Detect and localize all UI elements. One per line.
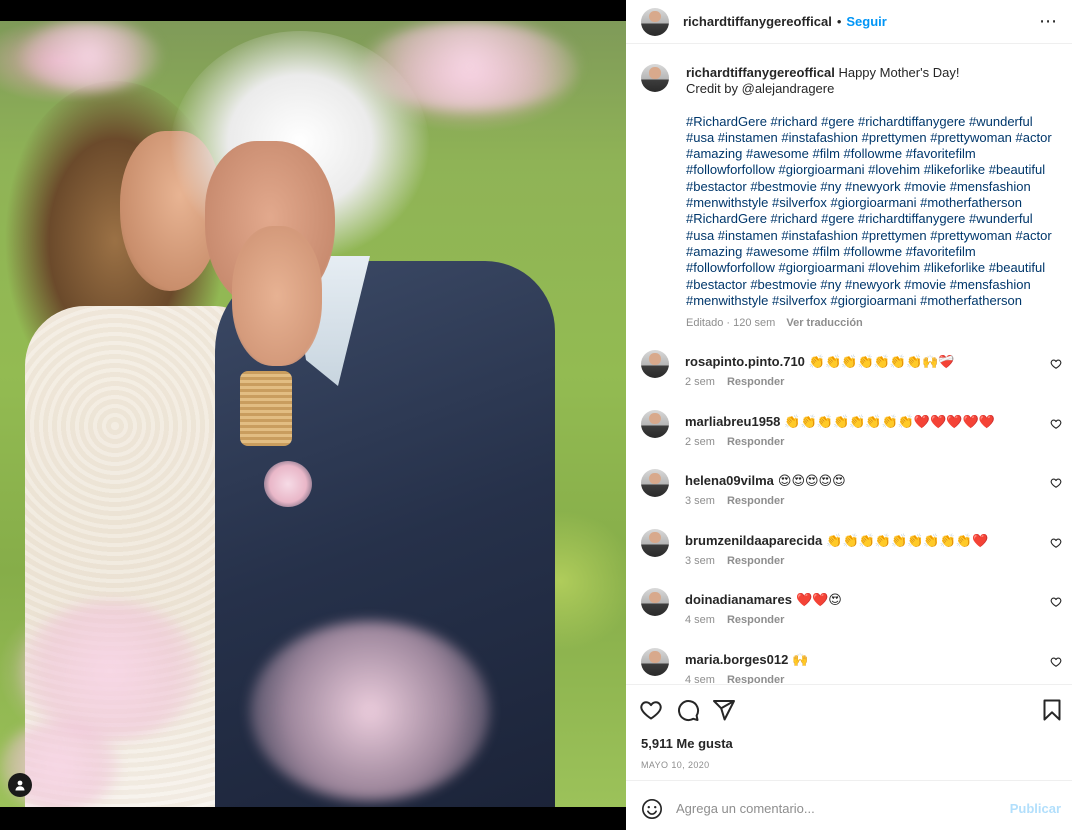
comment-bubble-icon[interactable] bbox=[676, 698, 700, 722]
save-bookmark-icon[interactable] bbox=[1040, 698, 1064, 722]
follow-button[interactable]: Seguir bbox=[846, 14, 886, 29]
post-sidebar: richardtiffanygereoffical • Seguir ⋯ ric… bbox=[626, 0, 1072, 830]
comment-time[interactable]: 3 sem bbox=[685, 555, 715, 567]
comment-like-heart-icon[interactable] bbox=[1050, 418, 1062, 430]
avatar[interactable] bbox=[641, 648, 669, 676]
comment-time[interactable]: 4 sem bbox=[685, 614, 715, 626]
comment-row: rosapinto.pinto.710 👏👏👏👏👏👏👏🙌❤️‍🩹 2 sem Resp… bbox=[626, 348, 1072, 406]
avatar[interactable] bbox=[641, 350, 669, 378]
comment-row: doinadianamares ❤️❤️😍 4 sem Responder bbox=[626, 586, 1072, 644]
post-actions: 5,911 Me gusta MAYO 10, 2020 bbox=[626, 684, 1072, 780]
comment-meta: 4 sem Responder bbox=[685, 674, 784, 684]
comment-like-heart-icon[interactable] bbox=[1050, 358, 1062, 370]
comment-content: 😍😍😍😍😍 bbox=[777, 473, 846, 489]
comment-time[interactable]: 4 sem bbox=[685, 674, 715, 684]
caption-text: Happy Mother's Day! bbox=[838, 65, 960, 80]
comment-username[interactable]: helena09vilma bbox=[685, 473, 774, 488]
comment-meta: 2 sem Responder bbox=[685, 376, 784, 388]
comment-like-heart-icon[interactable] bbox=[1050, 596, 1062, 608]
comment-content: 👏👏👏👏👏👏👏👏❤️❤️❤️❤️❤️ bbox=[784, 413, 995, 429]
post-username[interactable]: richardtiffanygereoffical bbox=[683, 14, 832, 29]
comment-like-heart-icon[interactable] bbox=[1050, 656, 1062, 668]
comment-text: brumzenildaaparecida 👏👏👏👏👏👏👏👏👏❤️ bbox=[685, 533, 988, 549]
comment-text: marliabreu1958 👏👏👏👏👏👏👏👏❤️❤️❤️❤️❤️ bbox=[685, 414, 995, 430]
comment-content: ❤️❤️😍 bbox=[795, 592, 842, 608]
comment-text: rosapinto.pinto.710 👏👏👏👏👏👏👏🙌❤️‍🩹 bbox=[685, 354, 955, 370]
comment-meta: 3 sem Responder bbox=[685, 555, 784, 567]
publish-button[interactable]: Publicar bbox=[1010, 801, 1061, 816]
comment-username[interactable]: rosapinto.pinto.710 bbox=[685, 354, 805, 369]
share-paper-plane-icon[interactable] bbox=[712, 698, 736, 722]
reply-button[interactable]: Responder bbox=[727, 614, 784, 626]
photo-region-blossom-blur bbox=[20, 601, 200, 741]
comment-meta: 4 sem Responder bbox=[685, 614, 784, 626]
comment-row: brumzenildaaparecida 👏👏👏👏👏👏👏👏👏❤️ 3 sem Resp… bbox=[626, 527, 1072, 585]
comment-row: helena09vilma 😍😍😍😍😍 3 sem Responder bbox=[626, 467, 1072, 525]
reply-button[interactable]: Responder bbox=[727, 436, 784, 448]
comments-scroll-area[interactable]: richardtiffanygereoffical Happy Mother's… bbox=[626, 54, 1072, 684]
post-date[interactable]: MAYO 10, 2020 bbox=[641, 760, 710, 770]
avatar[interactable] bbox=[641, 469, 669, 498]
reply-button[interactable]: Responder bbox=[727, 674, 784, 684]
caption-username[interactable]: richardtiffanygereoffical bbox=[686, 65, 835, 80]
avatar[interactable] bbox=[641, 64, 669, 92]
like-heart-icon[interactable] bbox=[639, 698, 663, 722]
post-header: richardtiffanygereoffical • Seguir ⋯ bbox=[626, 0, 1072, 44]
avatar[interactable] bbox=[641, 588, 669, 617]
edited-time: Editado · 120 sem bbox=[686, 317, 776, 330]
comment-content: 🙌 bbox=[792, 652, 809, 667]
caption-credit: Credit by @alejandragere bbox=[686, 81, 835, 97]
avatar[interactable] bbox=[641, 528, 669, 557]
comment-time[interactable]: 2 sem bbox=[685, 376, 715, 388]
comment-text: doinadianamares ❤️❤️😍 bbox=[685, 592, 842, 608]
comment-username[interactable]: maria.borges012 bbox=[685, 652, 788, 667]
post-photo[interactable] bbox=[0, 21, 626, 807]
more-options-icon[interactable]: ⋯ bbox=[1039, 12, 1058, 30]
photo-region-hand bbox=[232, 226, 322, 366]
comment-time[interactable]: 3 sem bbox=[685, 495, 715, 507]
add-comment-bar: Publicar bbox=[626, 780, 1072, 830]
post-caption: richardtiffanygereoffical Happy Mother's… bbox=[626, 54, 1072, 331]
comment-input[interactable] bbox=[676, 797, 996, 819]
separator-dot: • bbox=[836, 14, 842, 29]
post-media bbox=[0, 0, 626, 830]
photo-region-blossom-blur bbox=[20, 21, 160, 91]
comment-username[interactable]: doinadianamares bbox=[685, 592, 792, 607]
see-translation-button[interactable]: Ver traducción bbox=[786, 317, 862, 329]
comment-content: 👏👏👏👏👏👏👏🙌❤️‍🩹 bbox=[808, 354, 955, 369]
likes-count[interactable]: 5,911 Me gusta bbox=[641, 736, 733, 751]
comment-time[interactable]: 2 sem bbox=[685, 436, 715, 448]
reply-button[interactable]: Responder bbox=[727, 495, 784, 507]
photo-region-gold-bracelet bbox=[240, 371, 292, 446]
caption-body: richardtiffanygereoffical Happy Mother's… bbox=[686, 54, 1056, 331]
comment-meta: 3 sem Responder bbox=[685, 495, 784, 507]
comment-content: 👏👏👏👏👏👏👏👏👏❤️ bbox=[826, 532, 989, 548]
caption-hashtags[interactable]: #RichardGere #richard #gere #richardtiff… bbox=[686, 114, 1056, 310]
comment-like-heart-icon[interactable] bbox=[1050, 537, 1062, 549]
avatar[interactable] bbox=[641, 409, 669, 438]
photo-region-blossom-blur bbox=[250, 621, 490, 801]
reply-button[interactable]: Responder bbox=[727, 555, 784, 567]
avatar[interactable] bbox=[641, 7, 669, 36]
photo-region-blossom-blur bbox=[360, 21, 580, 111]
comment-text: helena09vilma 😍😍😍😍😍 bbox=[685, 473, 846, 489]
reply-button[interactable]: Responder bbox=[727, 376, 784, 388]
comment-username[interactable]: brumzenildaaparecida bbox=[685, 533, 822, 548]
tagged-user-icon[interactable] bbox=[8, 773, 32, 797]
caption-meta: Editado · 120 sem Ver traducción bbox=[686, 315, 1056, 331]
comment-username[interactable]: marliabreu1958 bbox=[685, 414, 780, 429]
comment-row: maria.borges012 🙌 4 sem Responder bbox=[626, 646, 1072, 684]
photo-region-boutonniere bbox=[264, 461, 312, 507]
comment-text: maria.borges012 🙌 bbox=[685, 652, 809, 668]
comment-row: marliabreu1958 👏👏👏👏👏👏👏👏❤️❤️❤️❤️❤️ 2 sem Res… bbox=[626, 408, 1072, 466]
comment-meta: 2 sem Responder bbox=[685, 436, 784, 448]
emoji-smiley-icon[interactable] bbox=[641, 798, 663, 820]
comment-like-heart-icon[interactable] bbox=[1050, 477, 1062, 489]
